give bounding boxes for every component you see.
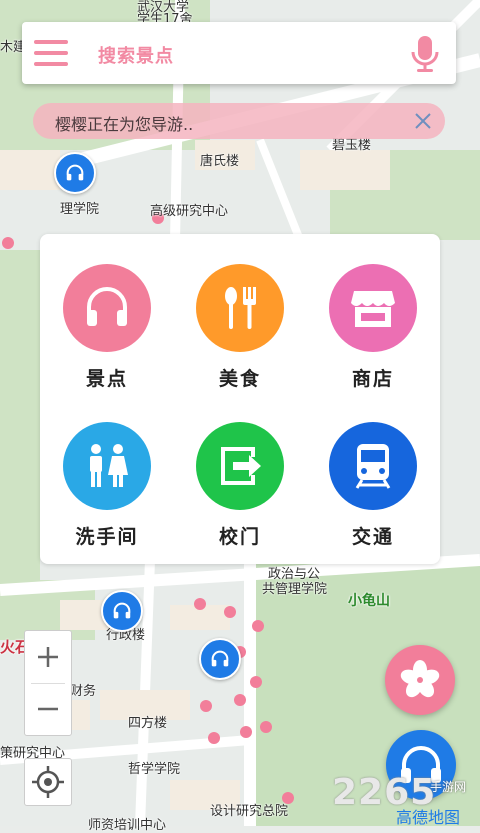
category-label: 交通 <box>351 526 394 548</box>
category-icon-bg <box>63 264 151 352</box>
map-label: 财务 <box>70 684 97 699</box>
guide-message: 樱樱正在为您导游.. <box>55 115 194 134</box>
headphones-icon <box>113 602 131 619</box>
category-panel: 景点 美食 商店 洗手间 校门 交通 <box>40 234 440 564</box>
sakura-button[interactable] <box>385 645 455 715</box>
microphone-icon[interactable] <box>410 34 440 74</box>
category-icon-bg <box>329 422 417 510</box>
map-label: 师资培训中心 <box>88 818 167 833</box>
zoom-out-button[interactable] <box>25 683 71 735</box>
close-icon[interactable] <box>413 111 433 131</box>
restroom-icon <box>90 444 128 487</box>
category-label: 洗手间 <box>75 526 139 548</box>
map-label: 理学院 <box>60 202 100 217</box>
category-icon-bg <box>63 422 151 510</box>
map-label: 高级研究中心 <box>150 204 229 219</box>
category-icon-bg <box>196 422 284 510</box>
watermark-map: 高德地图 <box>396 808 461 827</box>
category-scenic[interactable]: 景点 <box>47 264 167 391</box>
category-label: 商店 <box>351 368 394 390</box>
locate-icon[interactable] <box>24 758 72 806</box>
menu-icon[interactable] <box>34 40 68 66</box>
map-label: 哲学学院 <box>128 762 181 777</box>
map-label: 设计研究总院 <box>210 804 289 819</box>
category-label: 景点 <box>85 368 128 390</box>
category-icon-bg <box>329 264 417 352</box>
audio-poi-marker[interactable] <box>199 638 241 680</box>
search-bar[interactable]: 搜索景点 <box>22 22 456 84</box>
map-label: 共管理学院 <box>262 582 328 597</box>
audio-poi-marker[interactable] <box>54 152 96 194</box>
category-food[interactable]: 美食 <box>180 264 300 391</box>
guide-banner: 樱樱正在为您导游.. <box>33 103 445 139</box>
map-label: 唐氏楼 <box>200 154 240 169</box>
category-label: 校门 <box>218 526 261 548</box>
shop-icon <box>351 291 395 327</box>
category-transport[interactable]: 交通 <box>313 422 433 549</box>
train-icon <box>355 444 391 489</box>
headphones-icon <box>66 164 84 181</box>
zoom-control <box>24 630 72 736</box>
category-restroom[interactable]: 洗手间 <box>47 422 167 549</box>
headphones-icon <box>87 287 127 326</box>
headphones-icon <box>211 650 229 667</box>
audio-poi-marker[interactable] <box>101 590 143 632</box>
map-label: 四方楼 <box>128 716 168 731</box>
search-input[interactable]: 搜索景点 <box>98 42 174 68</box>
exit-gate-icon <box>221 447 261 485</box>
category-shop[interactable]: 商店 <box>313 264 433 391</box>
category-gate[interactable]: 校门 <box>180 422 300 549</box>
fork-spoon-icon <box>225 287 256 329</box>
map-label: 小龟山 <box>348 593 390 609</box>
watermark-site: 手游网 <box>430 780 467 794</box>
category-label: 美食 <box>218 368 261 390</box>
category-icon-bg <box>196 264 284 352</box>
zoom-in-button[interactable] <box>25 631 71 683</box>
sakura-icon <box>400 660 440 698</box>
